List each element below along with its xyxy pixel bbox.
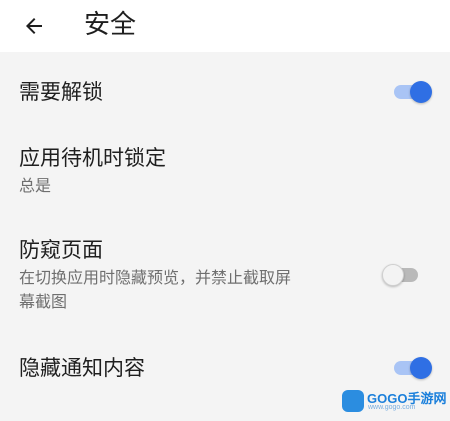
setting-subtitle-line2: 幕截图 xyxy=(19,292,68,311)
setting-hide-notification-content[interactable]: 隐藏通知内容 xyxy=(0,348,450,392)
settings-list: 需要解锁 应用待机时锁定 总是 防窥页面 在切换应用时隐藏预览，并禁止截取屏 幕… xyxy=(0,52,450,421)
privacy-screen-toggle[interactable] xyxy=(382,262,422,288)
toggle-thumb xyxy=(410,357,432,379)
toggle-thumb xyxy=(410,81,432,103)
page-title: 安全 xyxy=(84,10,137,40)
require-unlock-toggle[interactable] xyxy=(392,79,432,105)
hide-notification-toggle[interactable] xyxy=(392,355,432,381)
watermark-url: www.gogo.com xyxy=(368,404,416,411)
setting-privacy-screen[interactable]: 防窥页面 在切换应用时隐藏预览，并禁止截取屏 幕截图 xyxy=(0,232,450,314)
setting-title: 防窥页面 xyxy=(19,238,103,262)
setting-lock-when-idle[interactable]: 应用待机时锁定 总是 xyxy=(0,140,450,200)
app-bar: 安全 xyxy=(0,0,450,52)
setting-require-unlock[interactable]: 需要解锁 xyxy=(0,70,450,114)
toggle-thumb xyxy=(382,264,404,286)
setting-subtitle: 总是 xyxy=(19,176,52,195)
setting-title: 需要解锁 xyxy=(19,80,103,104)
setting-subtitle-line1: 在切换应用时隐藏预览，并禁止截取屏 xyxy=(19,268,292,287)
setting-title: 应用待机时锁定 xyxy=(19,146,166,170)
setting-title: 隐藏通知内容 xyxy=(19,356,145,380)
gogo-logo-icon xyxy=(342,390,364,412)
watermark-logo: GOGO手游网 www.gogo.com xyxy=(342,388,446,416)
back-button[interactable] xyxy=(14,6,54,46)
arrow-back-icon xyxy=(26,18,42,34)
